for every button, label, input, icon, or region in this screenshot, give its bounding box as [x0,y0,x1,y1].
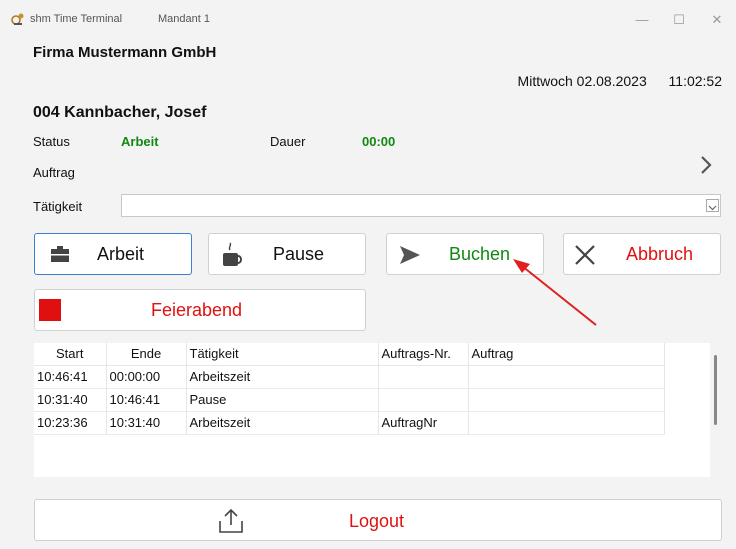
column-header-auftrag[interactable]: Auftrag [468,343,665,366]
feierabend-button[interactable]: Feierabend [34,289,366,331]
date-time-display: Mittwoch 02.08.2023 11:02:52 [518,73,722,89]
annotation-arrow-icon [513,259,597,326]
column-header-taetigkeit[interactable]: Tätigkeit [186,343,379,366]
send-icon [400,246,420,264]
feierabend-button-label: Feierabend [151,299,243,320]
app-logo-icon [11,13,24,25]
cell-auftrag [468,365,665,389]
taetigkeit-select[interactable] [121,194,721,217]
cell-ende: 10:31:40 [106,411,187,435]
cell-auftrags-nr [378,365,469,389]
abbruch-button-label: Abbruch [626,243,694,264]
cell-start: 10:23:36 [34,411,107,435]
taetigkeit-label: Tätigkeit [33,199,83,214]
auftrag-label: Auftrag [33,165,75,180]
column-header-start[interactable]: Start [34,343,107,366]
briefcase-icon [51,246,69,262]
cell-start: 10:46:41 [34,365,107,389]
chevron-right-icon[interactable] [698,154,714,176]
table-row[interactable]: 10:46:41 00:00:00 Arbeitszeit [34,365,665,389]
status-label: Status [33,134,70,149]
duration-label: Dauer [270,134,306,149]
duration-value: 00:00 [362,134,396,149]
cell-taetigkeit: Arbeitszeit [186,411,379,435]
stop-square-icon [39,299,61,321]
minimize-button[interactable]: — [627,8,657,32]
cell-auftrags-nr [378,388,469,412]
table-row[interactable]: 10:31:40 10:46:41 Pause [34,388,665,412]
window-title: shm Time Terminal [30,13,123,25]
cell-auftrag [468,411,665,435]
arbeit-button[interactable]: Arbeit [34,233,192,275]
column-header-ende[interactable]: Ende [106,343,187,366]
logout-button[interactable]: Logout [34,499,722,541]
cell-auftrags-nr: AuftragNr [378,411,469,435]
title-bar: shm Time Terminal Mandant 1 — ☐ ✕ [0,0,736,38]
pause-button-label: Pause [273,243,325,264]
cell-ende: 00:00:00 [106,365,187,389]
coffee-cup-icon [223,242,242,266]
cell-ende: 10:46:41 [106,388,187,412]
upload-share-icon [219,508,243,533]
dropdown-caret-icon[interactable] [706,199,719,212]
company-name: Firma Mustermann GmbH [33,44,217,61]
employee-name: 004 Kannbacher, Josef [33,104,207,121]
cell-taetigkeit: Arbeitszeit [186,365,379,389]
column-header-auftrags-nr[interactable]: Auftrags-Nr. [378,343,469,366]
cell-auftrag [468,388,665,412]
cell-start: 10:31:40 [34,388,107,412]
table-header-row: Start Ende Tätigkeit Auftrags-Nr. Auftra… [34,343,665,366]
bookings-table: Start Ende Tätigkeit Auftrags-Nr. Auftra… [34,343,710,477]
maximize-button[interactable]: ☐ [664,8,694,32]
close-button[interactable]: ✕ [702,8,732,32]
cell-taetigkeit: Pause [186,388,379,412]
current-date: Mittwoch 02.08.2023 [517,73,647,89]
logout-button-label: Logout [349,511,405,531]
arbeit-button-label: Arbeit [97,243,145,264]
current-time: 11:02:52 [668,73,722,89]
mandant-label: Mandant 1 [158,13,210,25]
table-row[interactable]: 10:23:36 10:31:40 Arbeitszeit AuftragNr [34,411,665,435]
table-scrollbar[interactable] [714,355,717,425]
pause-button[interactable]: Pause [208,233,366,275]
status-value: Arbeit [121,134,159,149]
